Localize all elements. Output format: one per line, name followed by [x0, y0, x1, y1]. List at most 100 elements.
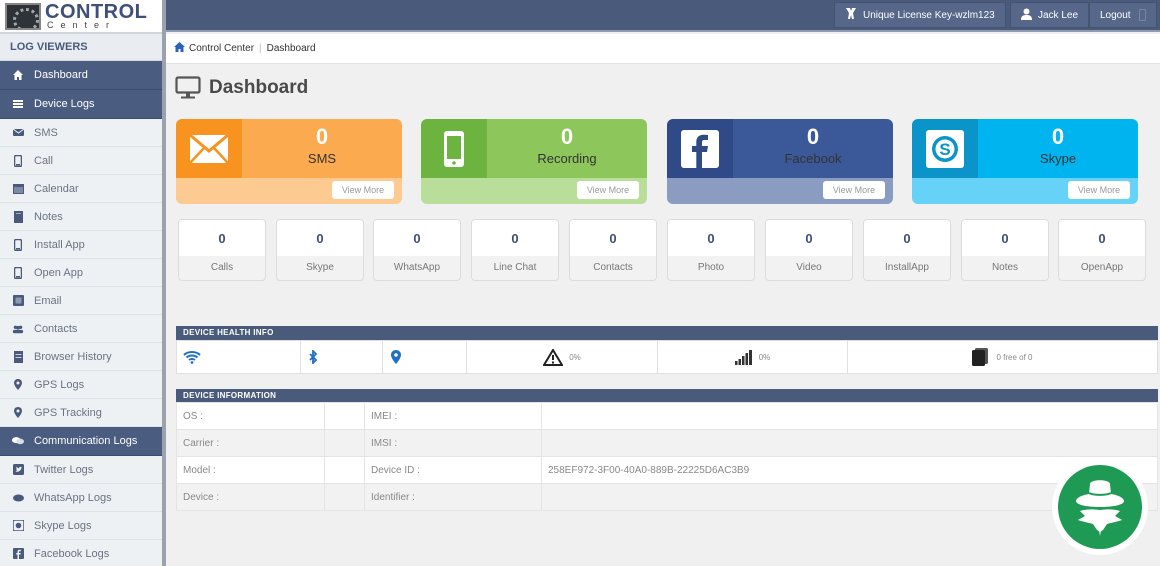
sidebar-item-email[interactable]: Email: [0, 287, 162, 315]
map-pin-icon: [391, 350, 401, 364]
os-value: [324, 402, 365, 430]
license-key-button[interactable]: Unique License Key-wzlm123: [834, 2, 1006, 28]
sidebar-item-label: Install App: [34, 238, 85, 251]
stat-card-photo[interactable]: 0 Photo: [667, 219, 755, 281]
wifi-icon: [183, 351, 201, 364]
sidebar-item-install-app[interactable]: Install App: [0, 231, 162, 259]
signal-strength-icon: [734, 349, 752, 365]
imsi-value: [541, 429, 1158, 457]
storage-value: 0 free of 0: [996, 352, 1033, 362]
device-label: Device :: [176, 483, 325, 511]
imsi-label: IMSI :: [364, 429, 542, 457]
recording-card: 0 Recording View More: [421, 119, 647, 204]
sidebar-item-gps-tracking[interactable]: GPS Tracking: [0, 399, 162, 427]
logout-button[interactable]: Logout: [1089, 2, 1157, 28]
sms-label: SMS: [307, 151, 337, 166]
stat-card-openapp[interactable]: 0 OpenApp: [1058, 219, 1146, 281]
stat-label: Notes: [991, 262, 1019, 273]
stat-card-skype[interactable]: 0 Skype: [276, 219, 364, 281]
table-row: Device : Identifier :: [176, 483, 1158, 511]
sidebar-item-label: Browser History: [34, 350, 112, 363]
stat-card-video[interactable]: 0 Video: [765, 219, 853, 281]
identifier-label: Identifier :: [364, 483, 542, 511]
sidebar-item-facebook-logs[interactable]: Facebook Logs: [0, 540, 162, 566]
sidebar-item-label: Notes: [34, 210, 63, 223]
calendar-icon: [12, 183, 24, 195]
stat-count: 0: [179, 220, 265, 256]
sidebar-item-label: Communication Logs: [34, 435, 138, 447]
sidebar-item-notes[interactable]: Notes: [0, 203, 162, 231]
twitter-icon: [12, 464, 24, 476]
stat-label: Calls: [210, 262, 234, 273]
imei-value: [541, 402, 1158, 430]
facebook-label: Facebook: [784, 151, 842, 166]
map-pin-icon: [12, 407, 24, 419]
bluetooth-icon: [309, 350, 318, 364]
key-icon: [845, 7, 857, 23]
stat-count: 0: [668, 220, 754, 256]
device-health-header: DEVICE HEALTH INFO: [176, 326, 1158, 340]
stat-label: Skype: [306, 262, 334, 273]
sidebar-item-call[interactable]: Call: [0, 147, 162, 175]
stat-card-notes[interactable]: 0 Notes: [961, 219, 1049, 281]
sms-count: 0: [315, 124, 329, 149]
logo[interactable]: CONTROL Center: [0, 0, 162, 34]
sidebar-item-label: WhatsApp Logs: [34, 491, 112, 504]
sidebar-item-skype-logs[interactable]: Skype Logs: [0, 512, 162, 540]
sms-view-more-button[interactable]: View More: [332, 181, 394, 199]
license-key-label: Unique License Key-wzlm123: [863, 9, 995, 21]
sms-card: 0 SMS View More: [176, 119, 402, 204]
sidebar-item-whatsapp-logs[interactable]: WhatsApp Logs: [0, 484, 162, 512]
sidebar-item-open-app[interactable]: Open App: [0, 259, 162, 287]
stat-count: 0: [1059, 220, 1145, 256]
breadcrumb-separator: |: [259, 43, 262, 54]
os-label: OS :: [176, 402, 325, 430]
facebook-view-more-button[interactable]: View More: [823, 181, 885, 199]
storage-icon: [972, 348, 989, 366]
sidebar-item-label: Call: [34, 154, 53, 167]
home-icon[interactable]: [174, 42, 185, 55]
sidebar-item-label: Contacts: [34, 322, 78, 335]
logo-gear-icon: [5, 2, 41, 30]
sidebar-item-contacts[interactable]: Contacts: [0, 315, 162, 343]
facebook-icon: [667, 119, 733, 178]
signal-cell: 0%: [658, 341, 848, 373]
stat-card-calls[interactable]: 0 Calls: [178, 219, 266, 281]
user-menu-button[interactable]: Jack Lee: [1010, 2, 1090, 28]
stat-card-whatsapp[interactable]: 0 WhatsApp: [373, 219, 461, 281]
stat-card-contacts[interactable]: 0 Contacts: [569, 219, 657, 281]
bluetooth-cell: [301, 341, 383, 373]
sidebar-item-gps-logs[interactable]: GPS Logs: [0, 371, 162, 399]
spy-hat-icon: [1076, 480, 1124, 536]
skype-view-more-button[interactable]: View More: [1068, 181, 1130, 199]
warning-value: 0%: [569, 352, 581, 362]
stat-label: Line Chat: [493, 262, 537, 273]
sidebar-item-browser-history[interactable]: Browser History: [0, 343, 162, 371]
table-row: Carrier : IMSI :: [176, 429, 1158, 457]
device-id-label: Device ID :: [364, 456, 542, 484]
breadcrumb-current: Dashboard: [266, 43, 316, 54]
notes-icon: [12, 210, 24, 223]
sidebar-item-sms[interactable]: SMS: [0, 119, 162, 147]
sidebar-item-label: Calendar: [34, 182, 79, 195]
breadcrumb: Control Center | Dashboard: [166, 34, 1160, 64]
stat-count: 0: [962, 220, 1048, 256]
envelope-icon: [12, 127, 24, 139]
logout-icon: [1138, 9, 1146, 21]
sidebar-item-calendar[interactable]: Calendar: [0, 175, 162, 203]
sidebar-item-label: GPS Logs: [34, 378, 85, 391]
stat-card-installapp[interactable]: 0 InstallApp: [863, 219, 951, 281]
recording-view-more-button[interactable]: View More: [577, 181, 639, 199]
email-icon: [12, 295, 24, 307]
stat-card-line-chat[interactable]: 0 Line Chat: [471, 219, 559, 281]
skype-icon: [12, 520, 24, 532]
sidebar-item-dashboard[interactable]: Dashboard: [0, 61, 162, 90]
sidebar-item-label: Open App: [34, 266, 83, 279]
breadcrumb-root-link[interactable]: Control Center: [189, 43, 254, 54]
stat-label: Contacts: [593, 262, 633, 273]
sidebar-item-device-logs[interactable]: Device Logs: [0, 90, 162, 119]
sidebar-item-communication-logs[interactable]: Communication Logs: [0, 427, 162, 456]
model-value: [324, 456, 365, 484]
warning-icon: [543, 348, 564, 366]
sidebar-item-twitter-logs[interactable]: Twitter Logs: [0, 456, 162, 484]
